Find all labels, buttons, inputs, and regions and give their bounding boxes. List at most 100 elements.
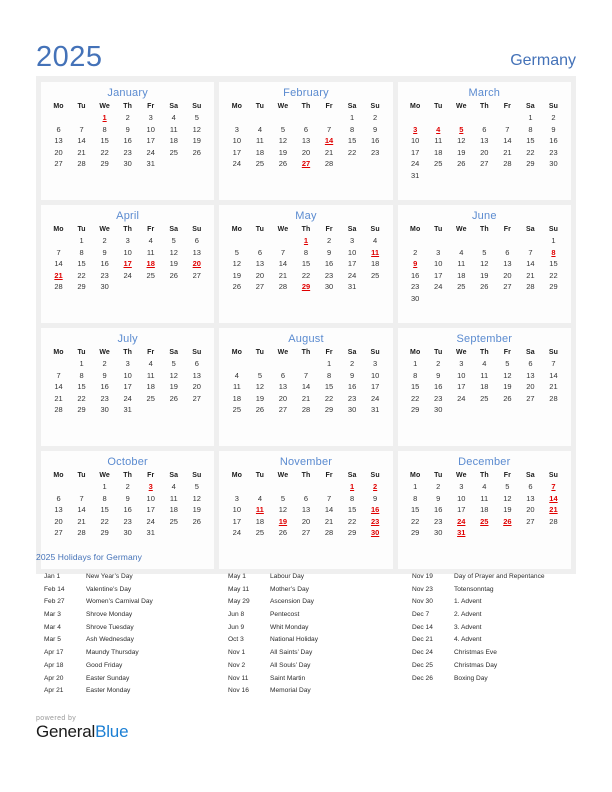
day-cell[interactable]: 15	[93, 135, 116, 147]
day-cell[interactable]: 15	[318, 381, 341, 393]
day-cell[interactable]: 21	[318, 147, 341, 159]
day-cell[interactable]: 19	[248, 393, 271, 405]
day-cell[interactable]: 19	[162, 258, 185, 270]
day-cell[interactable]: 6	[496, 247, 519, 259]
day-cell[interactable]: 20	[185, 381, 208, 393]
day-cell[interactable]: 17	[139, 135, 162, 147]
day-cell[interactable]: 30	[427, 404, 450, 416]
day-cell[interactable]: 27	[47, 158, 70, 170]
day-cell[interactable]: 7	[70, 124, 93, 136]
day-cell[interactable]: 5	[162, 358, 185, 370]
day-cell[interactable]: 15	[519, 135, 542, 147]
day-cell[interactable]: 26	[185, 516, 208, 528]
day-cell[interactable]: 25	[162, 516, 185, 528]
day-cell[interactable]: 31	[139, 527, 162, 539]
day-cell[interactable]: 6	[271, 370, 294, 382]
day-cell[interactable]: 15	[542, 258, 565, 270]
day-cell[interactable]: 4	[248, 493, 271, 505]
day-cell[interactable]: 1	[318, 358, 341, 370]
day-cell[interactable]: 18	[473, 381, 496, 393]
day-cell-holiday[interactable]: 14	[318, 135, 341, 147]
day-cell[interactable]: 18	[225, 393, 248, 405]
day-cell[interactable]: 6	[519, 481, 542, 493]
day-cell[interactable]: 8	[93, 124, 116, 136]
day-cell[interactable]: 26	[225, 281, 248, 293]
day-cell[interactable]: 11	[139, 247, 162, 259]
day-cell[interactable]: 15	[294, 258, 317, 270]
brand-logo[interactable]: GeneralBlue	[36, 723, 129, 741]
day-cell[interactable]: 21	[294, 393, 317, 405]
day-cell[interactable]: 20	[294, 147, 317, 159]
day-cell-holiday[interactable]: 29	[294, 281, 317, 293]
day-cell[interactable]: 19	[225, 270, 248, 282]
day-cell[interactable]: 19	[162, 381, 185, 393]
day-cell[interactable]: 30	[427, 527, 450, 539]
day-cell[interactable]: 19	[185, 135, 208, 147]
day-cell[interactable]: 5	[496, 358, 519, 370]
day-cell[interactable]: 24	[364, 393, 387, 405]
day-cell[interactable]: 3	[116, 235, 139, 247]
day-cell[interactable]: 18	[139, 381, 162, 393]
day-cell[interactable]: 22	[93, 147, 116, 159]
day-cell[interactable]: 7	[318, 124, 341, 136]
day-cell-holiday[interactable]: 1	[93, 112, 116, 124]
day-cell[interactable]: 3	[225, 493, 248, 505]
day-cell[interactable]: 21	[318, 516, 341, 528]
day-cell[interactable]: 1	[70, 235, 93, 247]
day-cell[interactable]: 12	[248, 381, 271, 393]
day-cell[interactable]: 22	[404, 393, 427, 405]
day-cell[interactable]: 29	[404, 527, 427, 539]
day-cell[interactable]: 10	[225, 504, 248, 516]
day-cell[interactable]: 23	[542, 147, 565, 159]
day-cell[interactable]: 28	[47, 404, 70, 416]
day-cell[interactable]: 16	[542, 135, 565, 147]
day-cell[interactable]: 4	[248, 124, 271, 136]
day-cell[interactable]: 1	[404, 481, 427, 493]
day-cell[interactable]: 22	[341, 516, 364, 528]
day-cell[interactable]: 18	[427, 147, 450, 159]
day-cell[interactable]: 6	[185, 235, 208, 247]
day-cell[interactable]: 21	[519, 270, 542, 282]
day-cell[interactable]: 10	[450, 370, 473, 382]
day-cell[interactable]: 5	[496, 481, 519, 493]
day-cell[interactable]: 8	[70, 247, 93, 259]
day-cell[interactable]: 29	[318, 404, 341, 416]
day-cell[interactable]: 29	[519, 158, 542, 170]
day-cell[interactable]: 14	[47, 381, 70, 393]
day-cell[interactable]: 16	[364, 135, 387, 147]
day-cell[interactable]: 23	[116, 147, 139, 159]
day-cell[interactable]: 26	[271, 158, 294, 170]
day-cell[interactable]: 11	[139, 370, 162, 382]
day-cell[interactable]: 12	[271, 135, 294, 147]
day-cell[interactable]: 16	[93, 381, 116, 393]
day-cell[interactable]: 18	[473, 504, 496, 516]
day-cell[interactable]: 24	[225, 527, 248, 539]
day-cell[interactable]: 2	[427, 358, 450, 370]
day-cell[interactable]: 4	[364, 235, 387, 247]
day-cell[interactable]: 12	[162, 370, 185, 382]
day-cell[interactable]: 11	[473, 370, 496, 382]
day-cell[interactable]: 6	[294, 493, 317, 505]
day-cell[interactable]: 8	[341, 493, 364, 505]
day-cell[interactable]: 7	[70, 493, 93, 505]
day-cell-holiday[interactable]: 25	[473, 516, 496, 528]
day-cell[interactable]: 2	[542, 112, 565, 124]
day-cell[interactable]: 9	[116, 493, 139, 505]
day-cell[interactable]: 27	[473, 158, 496, 170]
day-cell[interactable]: 6	[47, 124, 70, 136]
day-cell[interactable]: 24	[404, 158, 427, 170]
day-cell[interactable]: 13	[294, 504, 317, 516]
day-cell[interactable]: 24	[225, 158, 248, 170]
day-cell[interactable]: 23	[427, 516, 450, 528]
day-cell[interactable]: 23	[93, 393, 116, 405]
day-cell-holiday[interactable]: 3	[139, 481, 162, 493]
day-cell[interactable]: 13	[496, 258, 519, 270]
day-cell[interactable]: 3	[450, 358, 473, 370]
day-cell[interactable]: 30	[542, 158, 565, 170]
day-cell[interactable]: 28	[542, 393, 565, 405]
day-cell[interactable]: 10	[404, 135, 427, 147]
day-cell[interactable]: 16	[341, 381, 364, 393]
day-cell[interactable]: 8	[93, 493, 116, 505]
day-cell[interactable]: 20	[47, 516, 70, 528]
day-cell[interactable]: 28	[294, 404, 317, 416]
